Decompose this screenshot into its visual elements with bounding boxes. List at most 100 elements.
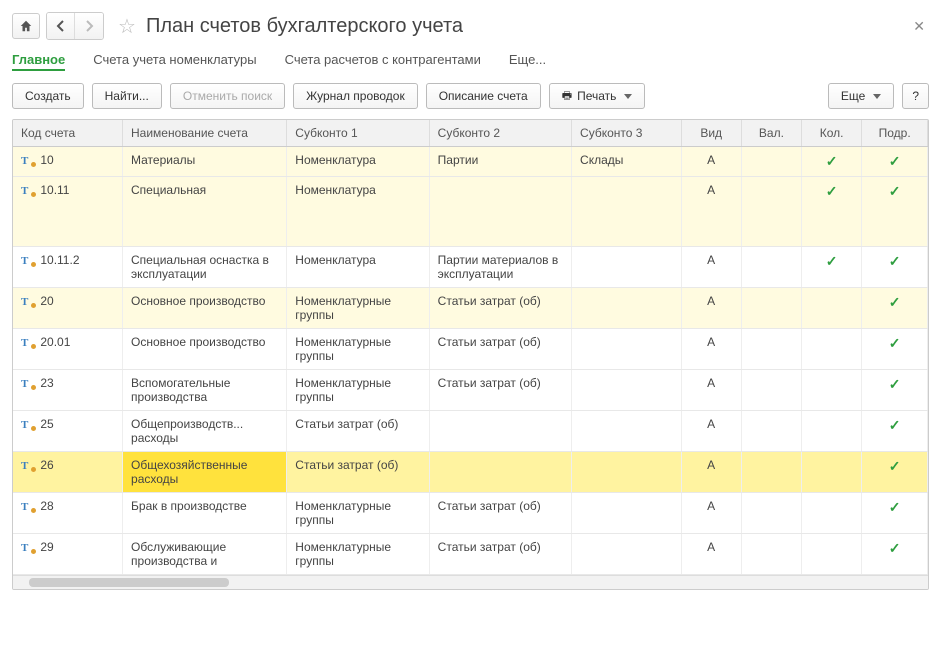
cell-kol: ✓	[802, 177, 862, 247]
cell-sub1: Номенклатура	[287, 177, 429, 247]
close-button[interactable]: ✕	[909, 14, 929, 39]
cell-code: T 10.11	[13, 177, 123, 247]
cell-sub3	[572, 493, 682, 534]
code-text: 25	[40, 417, 53, 431]
cell-name: Брак в производстве	[123, 493, 287, 534]
journal-button[interactable]: Журнал проводок	[293, 83, 418, 109]
more-button[interactable]: Еще	[828, 83, 894, 109]
cell-vid: А	[681, 288, 741, 329]
cell-kol	[802, 534, 862, 575]
cell-name: Специальная	[123, 177, 287, 247]
table-row[interactable]: T 26Общехозяйственные расходыСтатьи затр…	[13, 452, 928, 493]
table-row[interactable]: T 10.11СпециальнаяНоменклатураА✓✓	[13, 177, 928, 247]
cell-name: Общехозяйственные расходы	[123, 452, 287, 493]
col-sub3[interactable]: Субконто 3	[572, 120, 682, 147]
table-row[interactable]: T 10.11.2Специальная оснастка в эксплуат…	[13, 247, 928, 288]
cell-val	[741, 329, 801, 370]
account-description-button[interactable]: Описание счета	[426, 83, 541, 109]
check-icon: ✓	[870, 499, 919, 516]
cell-val	[741, 177, 801, 247]
col-name[interactable]: Наименование счета	[123, 120, 287, 147]
help-button[interactable]: ?	[902, 83, 929, 109]
col-sub2[interactable]: Субконто 2	[429, 120, 571, 147]
col-vid[interactable]: Вид	[681, 120, 741, 147]
cell-podr: ✓	[862, 534, 928, 575]
check-icon: ✓	[870, 540, 919, 557]
tab-more[interactable]: Еще...	[509, 50, 546, 71]
cell-sub2: Статьи затрат (об)	[429, 534, 571, 575]
cell-kol	[802, 493, 862, 534]
code-text: 10.11	[40, 183, 69, 197]
cell-sub2: Статьи затрат (об)	[429, 329, 571, 370]
check-icon: ✓	[870, 458, 919, 475]
check-icon: ✓	[870, 294, 919, 311]
cell-val	[741, 534, 801, 575]
cell-sub2: Статьи затрат (об)	[429, 370, 571, 411]
account-icon: T	[21, 253, 35, 267]
table-row[interactable]: T 28Брак в производствеНоменклатурные гр…	[13, 493, 928, 534]
cell-code: T 28	[13, 493, 123, 534]
cell-podr: ✓	[862, 247, 928, 288]
cell-sub1: Номенклатурные группы	[287, 493, 429, 534]
favorite-star-icon[interactable]: ☆	[118, 14, 136, 39]
cell-val	[741, 452, 801, 493]
cell-code: T 25	[13, 411, 123, 452]
check-icon: ✓	[870, 253, 919, 270]
account-icon: T	[21, 335, 35, 349]
cell-sub2: Статьи затрат (об)	[429, 288, 571, 329]
cell-kol: ✓	[802, 147, 862, 177]
check-icon: ✓	[870, 335, 919, 352]
printer-icon: 🖶	[562, 87, 572, 106]
tab-counterparty-accounts[interactable]: Счета расчетов с контрагентами	[285, 50, 481, 71]
col-podr[interactable]: Подр.	[862, 120, 928, 147]
cell-vid: А	[681, 177, 741, 247]
code-text: 10	[40, 153, 53, 167]
create-button[interactable]: Создать	[12, 83, 84, 109]
cell-val	[741, 493, 801, 534]
cell-sub2	[429, 452, 571, 493]
cell-podr: ✓	[862, 147, 928, 177]
account-icon: T	[21, 376, 35, 390]
cell-sub1: Номенклатура	[287, 147, 429, 177]
account-icon: T	[21, 294, 35, 308]
print-label: Печать	[577, 89, 616, 103]
find-button[interactable]: Найти...	[92, 83, 162, 109]
cell-vid: А	[681, 147, 741, 177]
tab-main[interactable]: Главное	[12, 50, 65, 71]
check-icon: ✓	[870, 183, 919, 200]
cell-vid: А	[681, 452, 741, 493]
horizontal-scrollbar[interactable]	[13, 575, 928, 589]
print-button[interactable]: 🖶 Печать	[549, 83, 646, 109]
cell-name: Специальная оснастка в эксплуатации	[123, 247, 287, 288]
account-icon: T	[21, 183, 35, 197]
cell-vid: А	[681, 329, 741, 370]
cell-podr: ✓	[862, 288, 928, 329]
tab-nomenclature-accounts[interactable]: Счета учета номенклатуры	[93, 50, 256, 71]
col-kol[interactable]: Кол.	[802, 120, 862, 147]
forward-button[interactable]	[75, 13, 103, 39]
cell-podr: ✓	[862, 177, 928, 247]
table-row[interactable]: T 29Обслуживающие производства иНоменкла…	[13, 534, 928, 575]
col-sub1[interactable]: Субконто 1	[287, 120, 429, 147]
col-code[interactable]: Код счета	[13, 120, 123, 147]
cell-sub3	[572, 534, 682, 575]
table-row[interactable]: T 23Вспомогательные производстваНоменкла…	[13, 370, 928, 411]
cell-sub1: Статьи затрат (об)	[287, 411, 429, 452]
col-val[interactable]: Вал.	[741, 120, 801, 147]
cell-code: T 29	[13, 534, 123, 575]
cell-name: Основное производство	[123, 329, 287, 370]
table-row[interactable]: T 20Основное производствоНоменклатурные …	[13, 288, 928, 329]
table-row[interactable]: T 20.01Основное производствоНоменклатурн…	[13, 329, 928, 370]
cell-podr: ✓	[862, 452, 928, 493]
cell-code: T 10.11.2	[13, 247, 123, 288]
nav-buttons	[46, 12, 104, 40]
cancel-search-button: Отменить поиск	[170, 83, 285, 109]
table-row[interactable]: T 25Общепроизводств... расходыСтатьи зат…	[13, 411, 928, 452]
home-button[interactable]	[12, 13, 40, 39]
table-row[interactable]: T 10МатериалыНоменклатураПартииСкладыА✓✓	[13, 147, 928, 177]
more-label: Еще	[841, 89, 865, 103]
cell-sub3	[572, 288, 682, 329]
accounts-table-container: Код счета Наименование счета Субконто 1 …	[12, 119, 929, 590]
back-button[interactable]	[47, 13, 75, 39]
scrollbar-thumb[interactable]	[29, 578, 229, 587]
